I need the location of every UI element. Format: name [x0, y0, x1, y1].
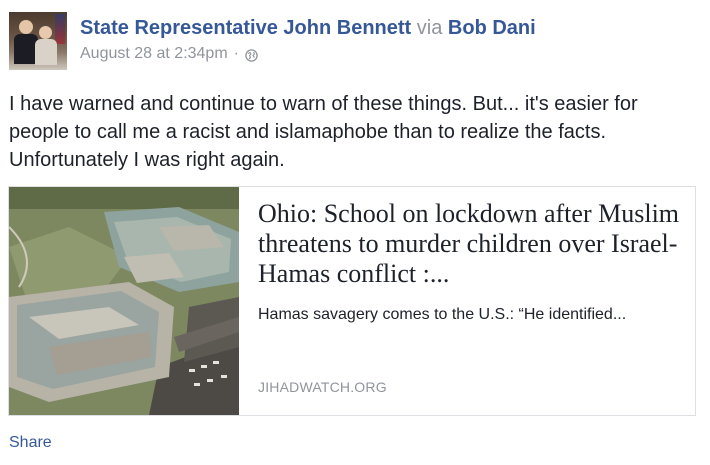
facebook-post: State Representative John Bennett via Bo…	[0, 0, 710, 465]
link-text-block: Ohio: School on lockdown after Muslim th…	[258, 199, 683, 325]
post-header-title: State Representative John Bennett via Bo…	[80, 16, 536, 40]
share-link[interactable]: Share	[9, 434, 52, 452]
globe-icon[interactable]	[245, 48, 258, 62]
post-meta: August 28 at 2:34pm ·	[80, 45, 258, 63]
via-name-link[interactable]: Bob Dani	[448, 17, 536, 39]
author-link[interactable]: State Representative John Bennett	[80, 17, 411, 39]
link-description: Hamas savagery comes to the U.S.: “He id…	[258, 306, 627, 323]
post-message: I have warned and continue to warn of th…	[9, 93, 638, 171]
link-title[interactable]: Ohio: School on lockdown after Muslim th…	[258, 199, 683, 289]
via-label: via	[416, 17, 443, 39]
link-preview-card[interactable]: Ohio: School on lockdown after Muslim th…	[8, 186, 696, 416]
meta-separator: ·	[233, 45, 239, 62]
link-thumbnail-image[interactable]	[9, 187, 239, 415]
avatar[interactable]	[9, 12, 67, 70]
timestamp-link[interactable]: August 28 at 2:34pm	[80, 45, 228, 63]
link-domain: JIHADWATCH.ORG	[258, 379, 387, 395]
